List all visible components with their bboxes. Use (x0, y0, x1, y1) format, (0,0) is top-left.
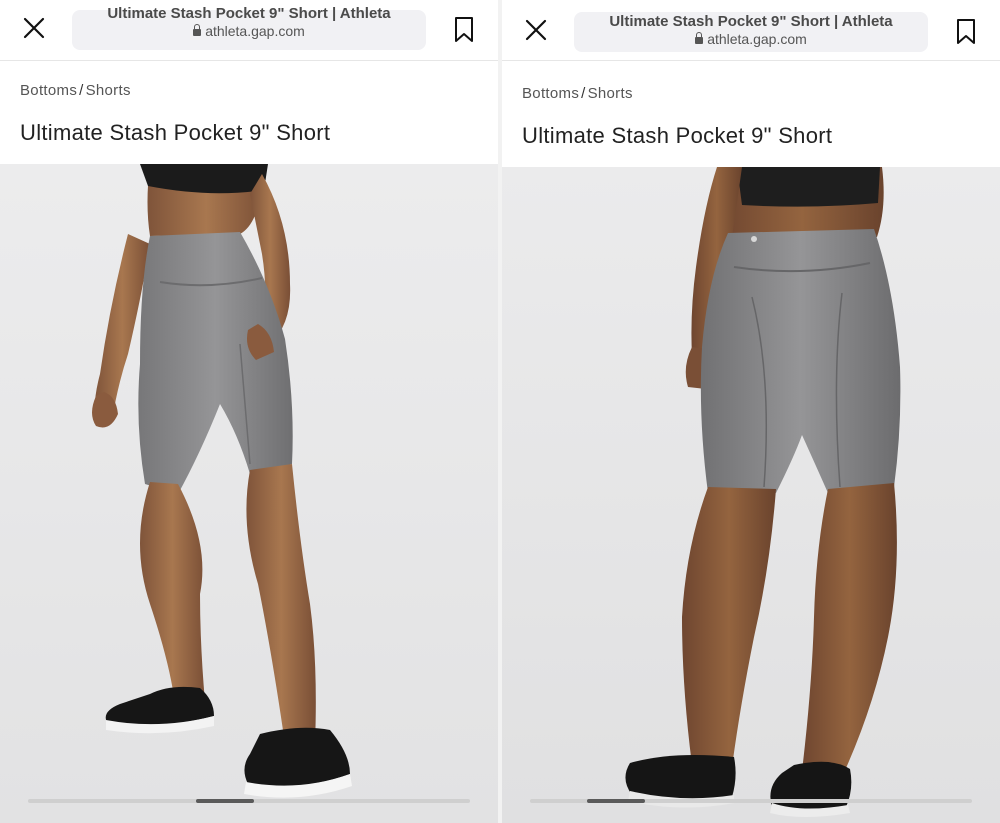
product-image[interactable] (502, 167, 1000, 823)
lock-icon (193, 24, 202, 36)
product-title: Ultimate Stash Pocket 9" Short (20, 120, 331, 145)
product-title: Ultimate Stash Pocket 9" Short (522, 123, 833, 148)
carousel-scroll-thumb[interactable] (587, 799, 645, 803)
image-carousel-scrollbar[interactable] (28, 799, 470, 803)
breadcrumb-bottoms[interactable]: Bottoms (522, 85, 579, 102)
breadcrumb: Bottoms / Shorts (20, 82, 131, 99)
page-url-title: Ultimate Stash Pocket 9" Short | Athleta (107, 6, 391, 22)
breadcrumb-separator: / (581, 85, 586, 102)
page-domain: athleta.gap.com (205, 23, 305, 39)
image-carousel-scrollbar[interactable] (530, 799, 972, 803)
breadcrumb-bottoms[interactable]: Bottoms (20, 82, 77, 99)
url-bar[interactable]: Ultimate Stash Pocket 9" Short | Athleta… (72, 6, 426, 50)
close-icon[interactable] (22, 16, 46, 40)
carousel-scroll-thumb[interactable] (196, 799, 254, 803)
bookmark-icon[interactable] (454, 16, 474, 44)
breadcrumb: Bottoms / Shorts (522, 85, 633, 102)
product-photo-side-view (0, 164, 498, 823)
breadcrumb-shorts[interactable]: Shorts (588, 85, 633, 102)
browser-top-bar: Ultimate Stash Pocket 9" Short | Athleta… (502, 0, 1000, 61)
bookmark-icon[interactable] (956, 18, 976, 46)
page-url-title: Ultimate Stash Pocket 9" Short | Athleta (609, 14, 893, 30)
breadcrumb-separator: / (79, 82, 84, 99)
product-image[interactable] (0, 164, 498, 823)
lock-icon (695, 32, 704, 44)
close-icon[interactable] (524, 18, 548, 42)
screenshot-panel-right: Ultimate Stash Pocket 9" Short | Athleta… (502, 0, 1000, 823)
page-domain: athleta.gap.com (707, 31, 807, 47)
screenshot-panel-left: Ultimate Stash Pocket 9" Short | Athleta… (0, 0, 498, 823)
browser-top-bar: Ultimate Stash Pocket 9" Short | Athleta… (0, 0, 498, 61)
url-bar[interactable]: Ultimate Stash Pocket 9" Short | Athleta… (574, 12, 928, 52)
breadcrumb-shorts[interactable]: Shorts (86, 82, 131, 99)
product-photo-back-view (502, 167, 1000, 823)
